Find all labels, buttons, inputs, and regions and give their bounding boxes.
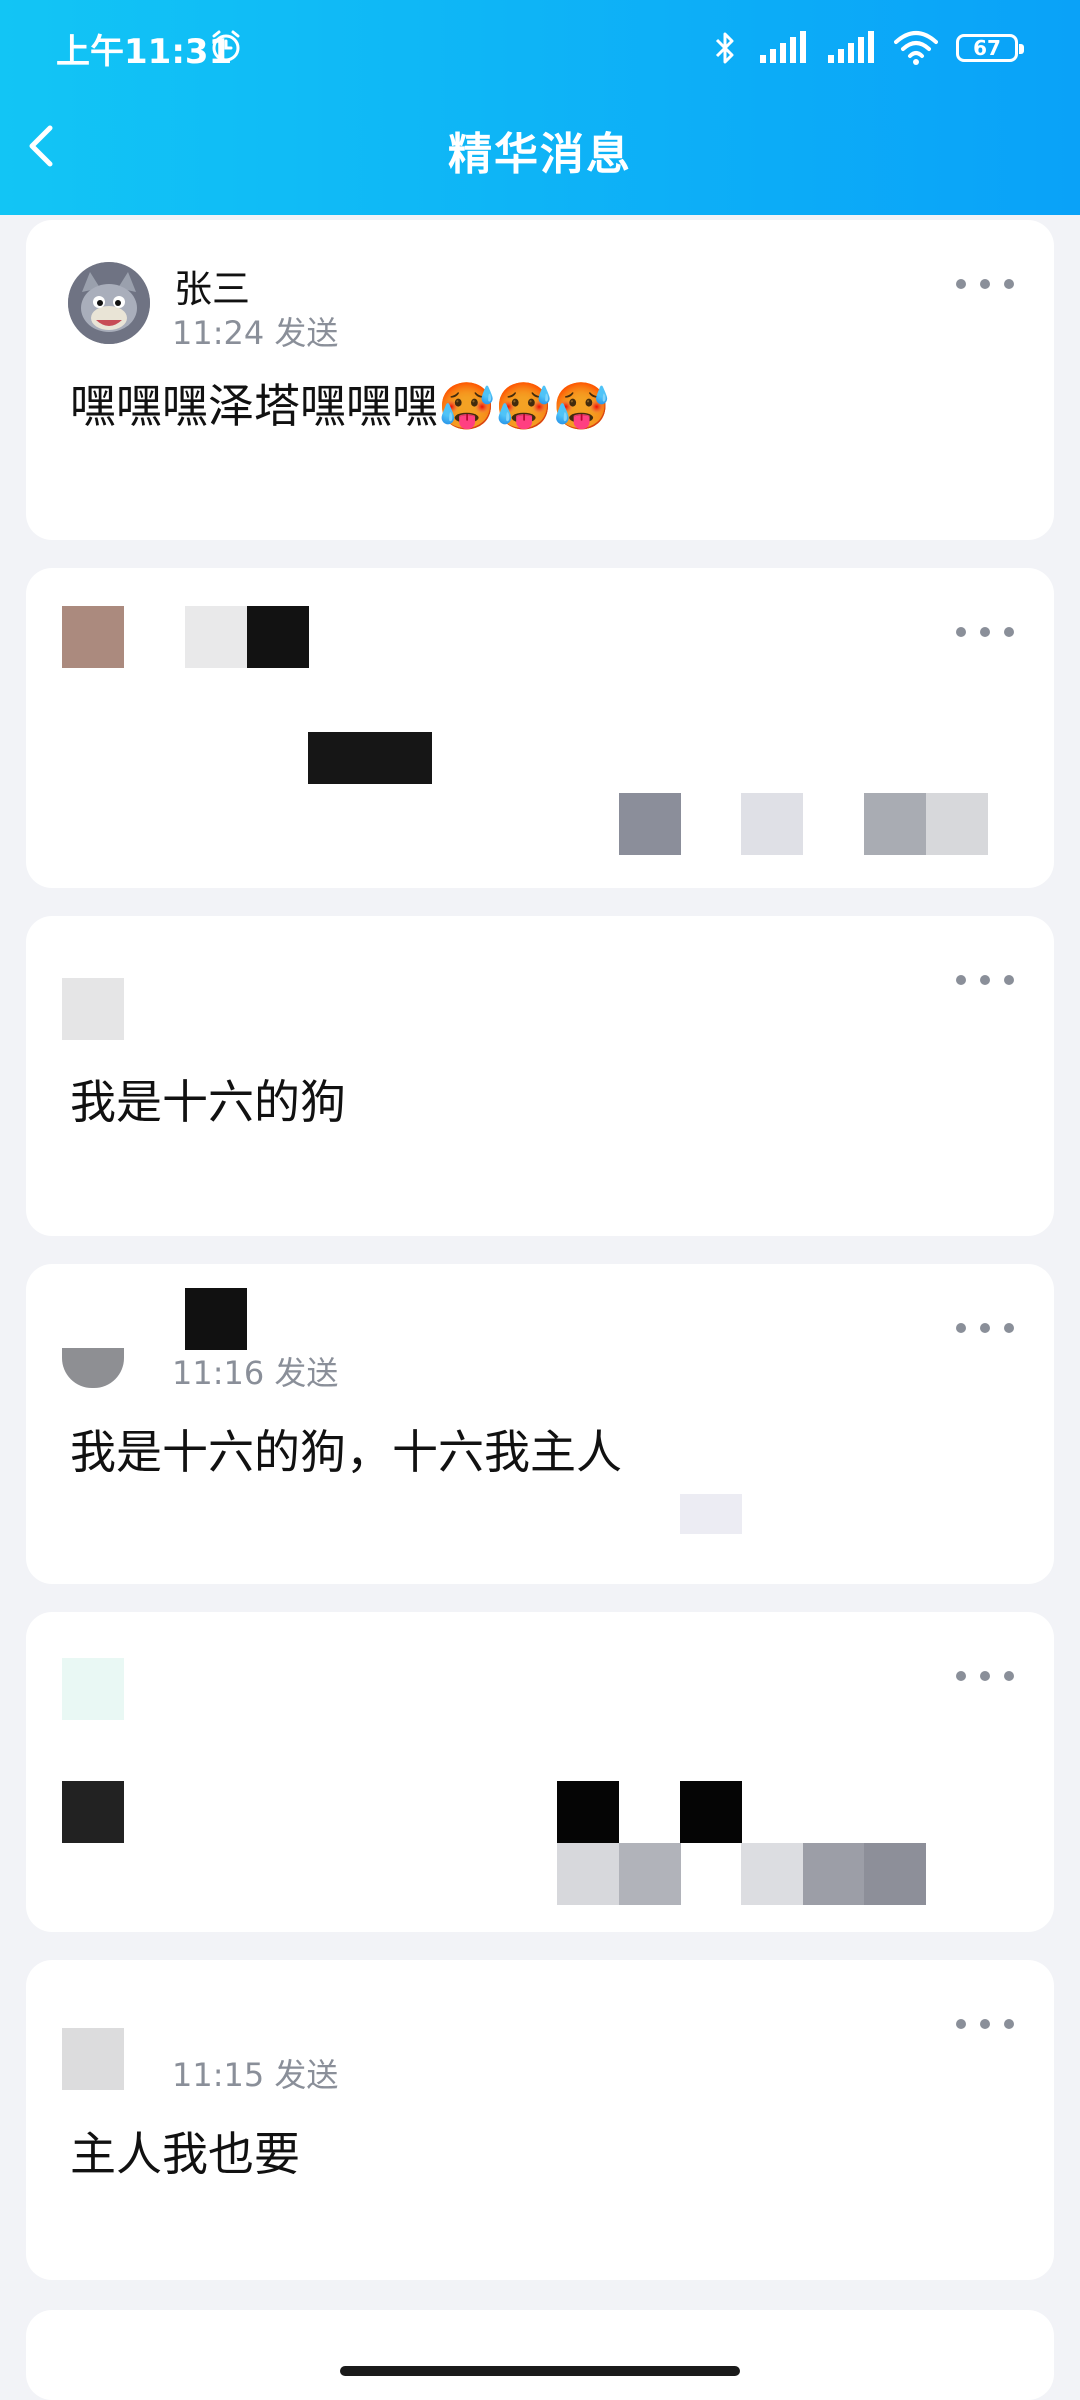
more-options-button[interactable] — [956, 274, 1014, 294]
message-card[interactable]: 11:15 发送 主人我也要 — [26, 1960, 1054, 2280]
redacted-name — [247, 606, 309, 668]
send-time: 11:16 发送 — [172, 1354, 339, 1392]
send-time: 11:24 发送 — [172, 314, 339, 352]
bluetooth-icon — [715, 32, 734, 64]
message-text: 主人我也要 — [70, 2127, 300, 2181]
redacted-image — [926, 793, 988, 855]
redacted-image — [803, 1843, 865, 1905]
status-bar: 上午11:31 67 — [0, 0, 1080, 96]
status-icons: 67 — [710, 26, 1024, 70]
avatar[interactable] — [68, 262, 150, 344]
redacted-name — [185, 1288, 247, 1350]
more-options-button[interactable] — [956, 970, 1014, 990]
redacted-image — [741, 1843, 803, 1905]
app-header: 上午11:31 67 精华消息 — [0, 0, 1080, 215]
home-indicator[interactable] — [340, 2366, 740, 2376]
avatar[interactable] — [62, 1658, 124, 1720]
alarm-clock-icon — [212, 30, 240, 62]
more-options-button[interactable] — [956, 622, 1014, 642]
avatar[interactable] — [62, 978, 124, 1040]
redacted-text — [557, 1781, 619, 1843]
redacted-text — [308, 732, 432, 784]
redacted-image — [619, 793, 681, 855]
send-time: 11:15 发送 — [172, 2056, 339, 2094]
message-card[interactable] — [26, 568, 1054, 888]
redacted-image — [619, 1843, 681, 1905]
redacted-text — [62, 1781, 124, 1843]
message-card[interactable]: 我是十六的狗 — [26, 916, 1054, 1236]
redacted-image — [864, 1843, 926, 1905]
battery-level: 67 — [973, 36, 1001, 60]
message-text: 我是十六的狗，十六我主人 — [70, 1425, 622, 1479]
message-card[interactable] — [26, 2310, 1054, 2400]
sender-name: 张三 — [174, 267, 251, 311]
redacted-image — [741, 793, 803, 855]
message-card[interactable]: 张三 11:24 发送 嘿嘿嘿泽塔嘿嘿嘿🥵🥵🥵 — [26, 220, 1054, 540]
message-text: 嘿嘿嘿泽塔嘿嘿嘿🥵🥵🥵 — [70, 379, 610, 433]
signal-icon-sim2 — [828, 31, 874, 63]
redacted-name — [185, 606, 247, 668]
more-options-button[interactable] — [956, 1318, 1014, 1338]
battery-icon: 67 — [956, 34, 1024, 62]
redacted-image — [864, 793, 926, 855]
redacted-text — [680, 1494, 742, 1534]
avatar[interactable] — [62, 606, 124, 668]
cat-avatar-icon — [68, 262, 150, 344]
redacted-image — [557, 1843, 619, 1905]
message-card[interactable]: 11:16 发送 我是十六的狗，十六我主人 — [26, 1264, 1054, 1584]
avatar[interactable] — [62, 2028, 124, 2090]
more-options-button[interactable] — [956, 2014, 1014, 2034]
signal-icon-sim1 — [760, 31, 806, 63]
message-text: 我是十六的狗 — [70, 1075, 346, 1129]
message-card[interactable] — [26, 1612, 1054, 1932]
redacted-text — [680, 1781, 742, 1843]
avatar[interactable] — [62, 1348, 124, 1388]
wifi-icon — [894, 31, 938, 65]
page-title: 精华消息 — [448, 129, 632, 180]
status-time: 上午11:31 — [56, 32, 233, 72]
more-options-button[interactable] — [956, 1666, 1014, 1686]
